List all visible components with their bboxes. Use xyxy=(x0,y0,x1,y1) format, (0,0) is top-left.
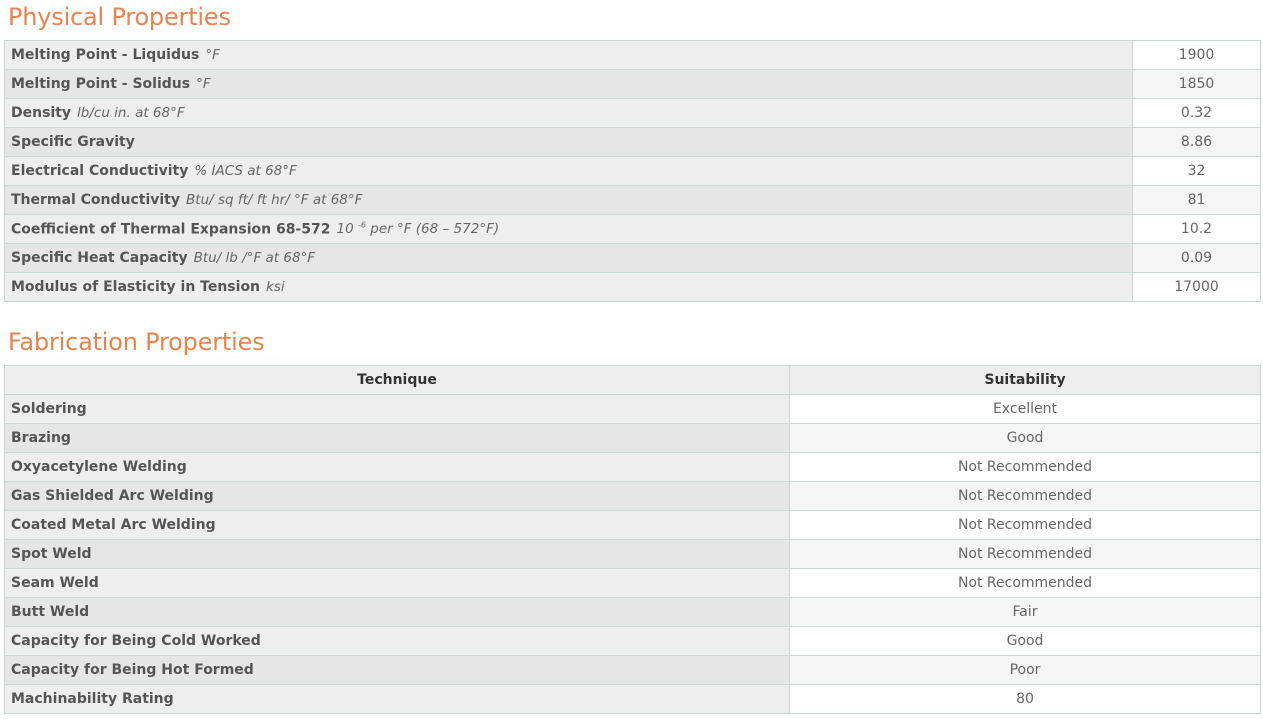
table-row: Capacity for Being Hot Formed Poor xyxy=(4,655,1261,685)
property-unit: °F xyxy=(196,76,211,92)
suitability-value: Good xyxy=(789,423,1261,453)
table-row: Melting Point - Liquidus °F 1900 xyxy=(4,40,1261,70)
table-row: Thermal Conductivity Btu/ sq ft/ ft hr/ °… xyxy=(4,185,1261,215)
technique-label: Oxyacetylene Welding xyxy=(11,459,187,475)
table-row: Melting Point - Solidus °F 1850 xyxy=(4,69,1261,99)
suitability-header: Suitability xyxy=(789,365,1261,395)
property-label-cell: Melting Point - Solidus °F xyxy=(4,69,1133,99)
unit-base: 10 xyxy=(336,221,354,238)
property-name: Melting Point - Solidus xyxy=(11,76,191,92)
table-row: Seam Weld Not Recommended xyxy=(4,568,1261,598)
technique-name: Spot Weld xyxy=(4,539,790,569)
property-unit: Btu/ sq ft/ ft hr/ °F at 68°F xyxy=(186,192,363,208)
property-unit: lb/cu in. at 68°F xyxy=(77,105,185,121)
property-value: 81 xyxy=(1132,185,1261,215)
table-row: Electrical Conductivity % IACS at 68°F 32 xyxy=(4,156,1261,186)
property-name: Thermal Conductivity xyxy=(11,192,181,208)
property-label-cell: Melting Point - Liquidus °F xyxy=(4,40,1133,70)
technique-label: Capacity for Being Cold Worked xyxy=(11,633,261,649)
suitability-value: Poor xyxy=(789,655,1261,685)
suitability-value: 80 xyxy=(789,684,1261,714)
property-unit: ksi xyxy=(266,279,285,295)
property-name: Coefficient of Thermal Expansion 68-572 xyxy=(11,221,331,238)
technique-name: Seam Weld xyxy=(4,568,790,598)
property-value: 17000 xyxy=(1132,272,1261,302)
property-unit: Btu/ lb /°F at 68°F xyxy=(193,250,316,266)
table-row: Specific Heat Capacity Btu/ lb /°F at 68°… xyxy=(4,243,1261,273)
suitability-value: Not Recommended xyxy=(789,481,1261,511)
property-unit: % IACS at 68°F xyxy=(194,163,297,179)
table-row: Soldering Excellent xyxy=(4,394,1261,424)
property-label-cell: Thermal Conductivity Btu/ sq ft/ ft hr/ °… xyxy=(4,185,1133,215)
property-name: Specific Heat Capacity xyxy=(11,250,188,266)
suitability-value: Excellent xyxy=(789,394,1261,424)
technique-label: Brazing xyxy=(11,430,71,446)
technique-name: Soldering xyxy=(4,394,790,424)
suitability-value: Not Recommended xyxy=(789,452,1261,482)
property-label-cell: Density lb/cu in. at 68°F xyxy=(4,98,1133,128)
table-row: Spot Weld Not Recommended xyxy=(4,539,1261,569)
technique-name: Coated Metal Arc Welding xyxy=(4,510,790,540)
technique-label: Butt Weld xyxy=(11,604,90,620)
technique-name: Oxyacetylene Welding xyxy=(4,452,790,482)
table-row: Brazing Good xyxy=(4,423,1261,453)
table-row: Gas Shielded Arc Welding Not Recommended xyxy=(4,481,1261,511)
property-label-cell: Specific Heat Capacity Btu/ lb /°F at 68°… xyxy=(4,243,1133,273)
property-value: 32 xyxy=(1132,156,1261,186)
technique-name: Capacity for Being Hot Formed xyxy=(4,655,790,685)
technique-label: Soldering xyxy=(11,401,87,417)
property-label-cell: Electrical Conductivity % IACS at 68°F xyxy=(4,156,1133,186)
technique-name: Brazing xyxy=(4,423,790,453)
suitability-value: Good xyxy=(789,626,1261,656)
property-label-cell: Modulus of Elasticity in Tension ksi xyxy=(4,272,1133,302)
technique-name: Butt Weld xyxy=(4,597,790,627)
table-row: Capacity for Being Cold Worked Good xyxy=(4,626,1261,656)
suitability-value: Not Recommended xyxy=(789,568,1261,598)
technique-label: Machinability Rating xyxy=(11,691,174,707)
table-row: Density lb/cu in. at 68°F 0.32 xyxy=(4,98,1261,128)
technique-label: Spot Weld xyxy=(11,546,92,562)
property-unit: 10 -6 per °F (68 – 572°F) xyxy=(336,220,500,238)
technique-header: Technique xyxy=(4,365,790,395)
property-value: 8.86 xyxy=(1132,127,1261,157)
unit-exponent: -6 xyxy=(357,220,366,230)
property-value: 1850 xyxy=(1132,69,1261,99)
property-name: Specific Gravity xyxy=(11,134,135,150)
suitability-value: Not Recommended xyxy=(789,539,1261,569)
fabrication-properties-title: Fabrication Properties xyxy=(8,328,265,356)
property-name: Electrical Conductivity xyxy=(11,163,189,179)
property-value: 1900 xyxy=(1132,40,1261,70)
technique-name: Machinability Rating xyxy=(4,684,790,714)
physical-properties-table: Melting Point - Liquidus °F 1900 Melting Po… xyxy=(4,40,1261,302)
technique-label: Seam Weld xyxy=(11,575,99,591)
technique-name: Capacity for Being Cold Worked xyxy=(4,626,790,656)
table-row: Coefficient of Thermal Expansion 68-572 1… xyxy=(4,214,1261,244)
property-value: 10.2 xyxy=(1132,214,1261,244)
property-label-cell: Specific Gravity xyxy=(4,127,1133,157)
table-row: Coated Metal Arc Welding Not Recommended xyxy=(4,510,1261,540)
fabrication-properties-table: Technique Suitability Soldering Excellent… xyxy=(4,365,1261,714)
technique-label: Coated Metal Arc Welding xyxy=(11,517,216,533)
table-row: Machinability Rating 80 xyxy=(4,684,1261,714)
table-row: Butt Weld Fair xyxy=(4,597,1261,627)
property-label-cell: Coefficient of Thermal Expansion 68-572 1… xyxy=(4,214,1133,244)
table-row: Modulus of Elasticity in Tension ksi 17000 xyxy=(4,272,1261,302)
property-value: 0.32 xyxy=(1132,98,1261,128)
property-name: Melting Point - Liquidus xyxy=(11,47,200,63)
table-row: Specific Gravity 8.86 xyxy=(4,127,1261,157)
physical-properties-title: Physical Properties xyxy=(8,3,231,31)
property-name: Density xyxy=(11,105,72,121)
technique-name: Gas Shielded Arc Welding xyxy=(4,481,790,511)
technique-label: Capacity for Being Hot Formed xyxy=(11,662,254,678)
suitability-value: Not Recommended xyxy=(789,510,1261,540)
table-row: Oxyacetylene Welding Not Recommended xyxy=(4,452,1261,482)
unit-text: per °F (68 – 572°F) xyxy=(370,221,500,238)
table-header-row: Technique Suitability xyxy=(4,365,1261,395)
suitability-value: Fair xyxy=(789,597,1261,627)
technique-label: Gas Shielded Arc Welding xyxy=(11,488,214,504)
property-name: Modulus of Elasticity in Tension xyxy=(11,279,261,295)
property-value: 0.09 xyxy=(1132,243,1261,273)
property-unit: °F xyxy=(205,47,220,63)
